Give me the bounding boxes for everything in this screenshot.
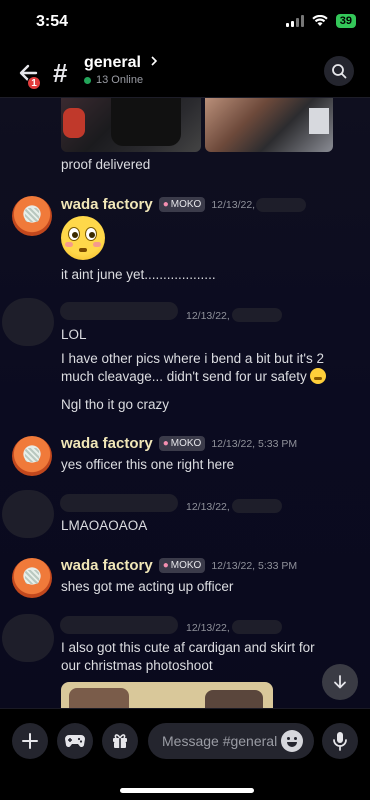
voice-message-button[interactable] [322,723,358,759]
channel-name: general [84,54,141,71]
channel-title[interactable]: general [84,54,159,72]
gift-button[interactable] [102,723,138,759]
wifi-icon [312,15,328,26]
channel-header: 1 # general 13 Online [0,46,370,98]
search-button[interactable] [324,56,354,86]
search-icon [332,64,347,79]
redacted-block [232,499,282,513]
message-list[interactable]: proof delivered wada factory ● MOKO 12/13… [0,98,370,708]
timestamp: 12/13/22, 5:33 PM [211,559,298,572]
role-label: MOKO [170,560,202,571]
emoji-icon[interactable] [281,730,303,752]
message-text: shes got me acting up officer [61,579,234,594]
timestamp: 12/13/22, 5:33 PM [211,437,298,450]
message-text: it aint june yet................... [61,267,216,282]
message-text: Ngl tho it go crazy [61,397,170,412]
message-text: LOL [61,327,87,342]
role-tag[interactable]: ● MOKO [158,558,206,573]
bunny-icon: ● [162,199,169,210]
microphone-icon [333,732,347,751]
role-tag[interactable]: ● MOKO [158,436,206,451]
redacted-block [232,620,282,634]
avatar[interactable] [12,436,52,476]
redacted-author [60,616,178,634]
message-text-content: I have other pics where i bend a bit but… [61,351,324,384]
chevron-right-icon [151,56,158,66]
crying-emoji-icon [310,368,327,384]
author-name[interactable]: wada factory [61,435,153,452]
redacted-author [60,302,178,320]
message-text: yes officer this one right here [61,457,235,472]
message-text: I have other pics where i bend a bit but… [61,350,351,386]
message-text: proof delivered [61,157,151,172]
bunny-icon: ● [162,438,169,449]
message-header: wada factory ● MOKO 12/13/22, 5:33 PM [61,435,297,452]
message-text: I also got this cute af cardigan and ski… [61,640,315,673]
attachment-image[interactable] [61,98,201,152]
redacted-block [232,308,282,322]
timestamp: 12/13/22, [186,622,230,634]
redacted-block [256,198,306,212]
cellular-signal-icon [285,15,304,27]
message-text: LMAOAOAOA [61,518,148,533]
add-attachment-button[interactable] [12,723,48,759]
bunny-icon: ● [162,560,169,571]
role-tag[interactable]: ● MOKO [158,197,206,212]
role-label: MOKO [170,199,202,210]
role-label: MOKO [170,438,202,449]
composer-bar [0,708,370,800]
redacted-avatar [2,490,54,538]
jump-to-latest-button[interactable] [322,664,358,700]
timestamp: 12/13/22, [211,198,256,211]
timestamp: 12/13/22, [186,501,230,513]
status-time: 3:54 [36,13,69,30]
avatar[interactable] [12,558,52,598]
avatar[interactable] [12,196,52,236]
unread-badge: 1 [27,76,41,90]
status-bar: 3:54 39 [0,0,370,46]
home-indicator [120,788,254,793]
attachment-image[interactable] [205,98,333,152]
gamepad-icon [65,735,85,748]
online-dot [84,76,91,84]
author-name[interactable]: wada factory [61,557,153,574]
chevron-down-icon [334,675,346,689]
image-attachments [61,98,333,152]
status-icons: 39 [285,14,356,28]
plus-icon [22,733,38,749]
online-status: 13 Online [84,74,143,86]
attachment-image[interactable] [61,682,273,708]
message-header: wada factory ● MOKO 12/13/22, 5:33 PM [61,557,297,574]
gift-icon [113,734,127,748]
redacted-avatar [2,614,54,662]
channel-hash-icon: # [53,58,68,88]
redacted-avatar [2,298,54,346]
activities-button[interactable] [57,723,93,759]
author-name[interactable]: wada factory [61,196,153,213]
flushed-emoji-icon [61,216,105,260]
redacted-author [60,494,178,512]
timestamp: 12/13/22, [186,310,230,322]
online-count: 13 Online [96,74,144,86]
message-header: wada factory ● MOKO 12/13/22, [61,196,255,213]
battery-indicator: 39 [335,14,356,28]
